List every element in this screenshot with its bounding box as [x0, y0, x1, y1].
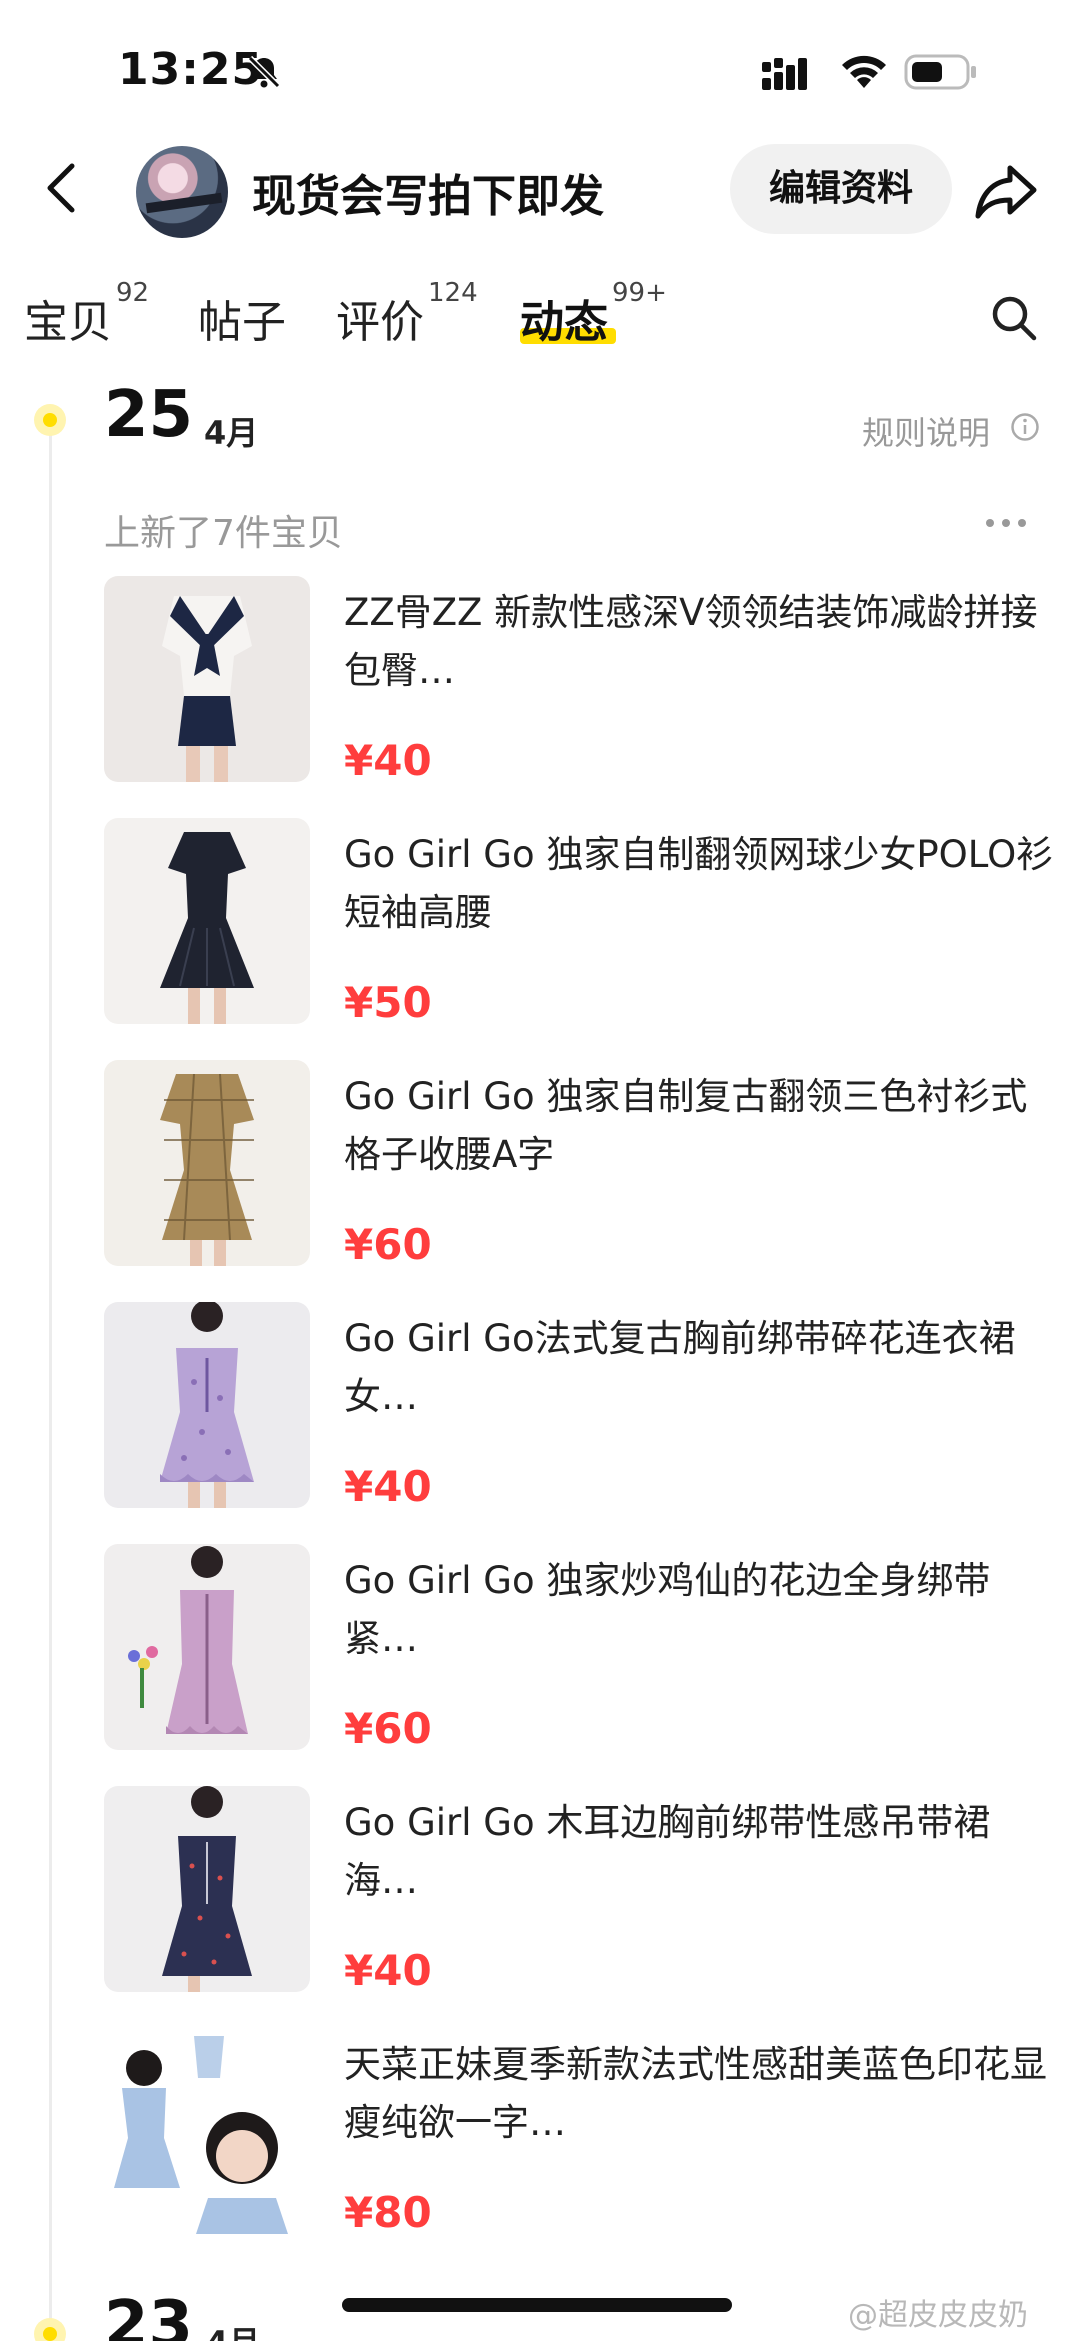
back-icon[interactable]	[40, 158, 84, 218]
product-price: ¥60	[344, 1220, 432, 1269]
next-date-day: 23	[104, 2288, 194, 2341]
search-icon[interactable]	[990, 294, 1038, 342]
product-title: 天菜正妹夏季新款法式性感甜美蓝色印花显瘦纯欲一字…	[344, 2043, 1047, 2144]
bell-muted-icon	[247, 55, 281, 89]
tab-reviews[interactable]: 评价 124	[336, 278, 478, 350]
watermark: @超皮皮皮奶	[848, 2298, 1028, 2333]
share-icon[interactable]	[974, 160, 1038, 220]
tab-activity[interactable]: 动态 99+	[520, 278, 667, 350]
next-date-month: 4月	[206, 2318, 260, 2341]
product-price: ¥80	[344, 2188, 432, 2237]
product-item[interactable]: Go Girl Go 木耳边胸前绑带性感吊带裙海… ¥40	[104, 1786, 1054, 1996]
product-image	[104, 2028, 310, 2234]
product-title: Go Girl Go 独家自制复古翻领三色衬衫式格子收腰A字	[344, 1075, 1028, 1176]
product-price: ¥50	[344, 978, 432, 1027]
product-image	[104, 1302, 310, 1508]
product-price: ¥40	[344, 736, 432, 785]
product-item[interactable]: Go Girl Go 独家自制翻领网球少女POLO衫短袖高腰 ¥50	[104, 818, 1054, 1028]
store-name[interactable]: 现货会写拍下即发	[252, 160, 604, 224]
timeline-line	[49, 428, 52, 2341]
product-title: Go Girl Go法式复古胸前绑带碎花连衣裙女…	[344, 1317, 1016, 1418]
product-item[interactable]: Go Girl Go 独家自制复古翻领三色衬衫式格子收腰A字 ¥60	[104, 1060, 1054, 1270]
feed-title: 上新了7件宝贝	[104, 513, 343, 554]
cellular-signal-icon	[762, 58, 807, 90]
date-month: 4月	[204, 414, 259, 452]
tab-products[interactable]: 宝贝 92	[24, 278, 149, 350]
product-title: Go Girl Go 独家自制翻领网球少女POLO衫短袖高腰	[344, 833, 1054, 934]
product-image	[104, 576, 310, 782]
product-image	[104, 1060, 310, 1266]
tab-posts[interactable]: 帖子	[198, 286, 286, 350]
wifi-icon	[842, 55, 886, 88]
tab-count: 92	[116, 278, 150, 308]
date-day: 25	[104, 378, 194, 452]
store-avatar[interactable]	[136, 146, 228, 238]
more-icon[interactable]	[984, 508, 1028, 538]
product-price: ¥40	[344, 1946, 432, 1995]
tab-count: 124	[428, 278, 478, 308]
product-item[interactable]: Go Girl Go法式复古胸前绑带碎花连衣裙女… ¥40	[104, 1302, 1054, 1512]
home-indicator[interactable]	[342, 2298, 732, 2312]
timeline-dot	[34, 404, 66, 436]
battery-icon	[904, 54, 976, 90]
product-image	[104, 818, 310, 1024]
tab-count: 99+	[612, 278, 667, 308]
info-icon[interactable]	[1010, 412, 1040, 442]
product-title: Go Girl Go 木耳边胸前绑带性感吊带裙海…	[344, 1801, 991, 1902]
product-image	[104, 1544, 310, 1750]
status-bar: 13:25	[0, 0, 1080, 130]
edit-profile-button[interactable]: 编辑资料	[730, 144, 952, 234]
rules-link[interactable]: 规则说明	[862, 408, 990, 454]
product-title: Go Girl Go 独家炒鸡仙的花边全身绑带紧…	[344, 1559, 991, 1660]
product-price: ¥40	[344, 1462, 432, 1511]
tab-label: 帖子	[198, 297, 286, 348]
product-item[interactable]: Go Girl Go 独家炒鸡仙的花边全身绑带紧… ¥60	[104, 1544, 1054, 1754]
tab-label: 宝贝	[24, 297, 112, 348]
product-item[interactable]: ZZ骨ZZ 新款性感深V领领结装饰减龄拼接包臀… ¥40	[104, 576, 1054, 786]
product-image	[104, 1786, 310, 1992]
tab-label: 评价	[336, 297, 424, 348]
product-item[interactable]: 天菜正妹夏季新款法式性感甜美蓝色印花显瘦纯欲一字… ¥80	[104, 2028, 1054, 2238]
tab-label: 动态	[520, 297, 608, 348]
timeline-dot	[34, 2318, 66, 2341]
status-time: 13:25	[118, 44, 264, 95]
product-title: ZZ骨ZZ 新款性感深V领领结装饰减龄拼接包臀…	[344, 591, 1038, 692]
product-price: ¥60	[344, 1704, 432, 1753]
